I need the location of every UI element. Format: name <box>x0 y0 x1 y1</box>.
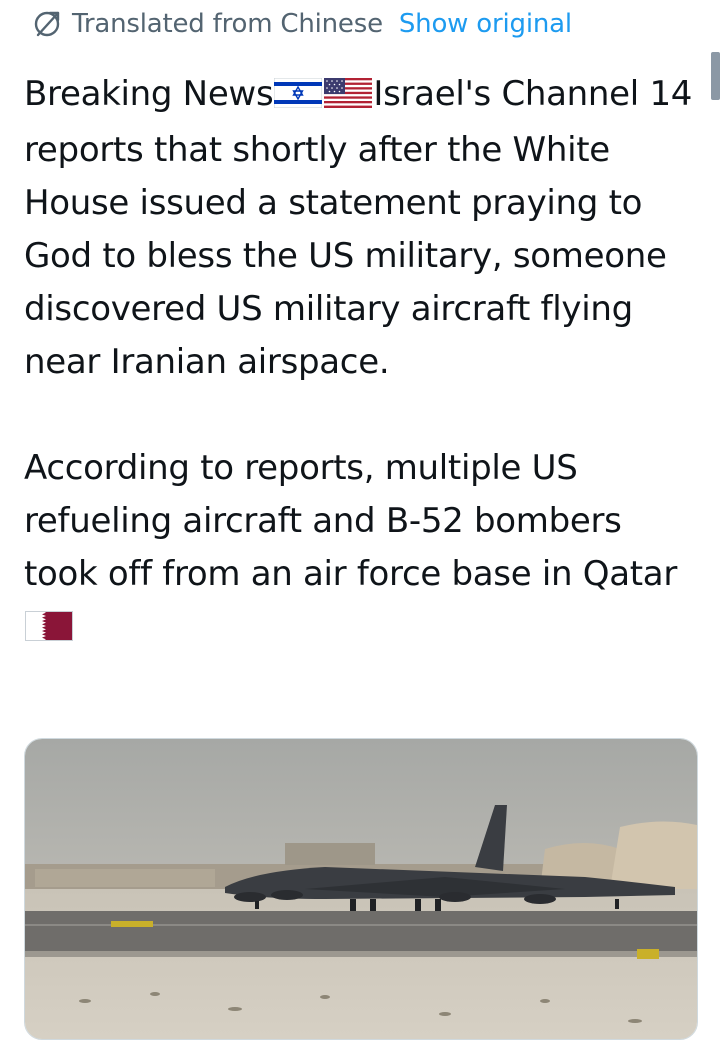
show-original-link[interactable]: Show original <box>399 9 572 39</box>
b-52-bomber-photo <box>25 739 697 1039</box>
scrollbar-thumb[interactable] <box>711 52 720 100</box>
translation-bar: Translated from Chinese Show original <box>32 6 572 42</box>
translate-icon <box>32 9 62 39</box>
tweet-media-photo[interactable] <box>24 738 698 1040</box>
qatar-flag-icon <box>25 604 73 657</box>
tweet-text-para2: According to reports, multiple US refuel… <box>24 448 677 594</box>
israel-flag-icon <box>273 71 323 124</box>
tweet-text: Breaking News Israel's Channel 14 reports… <box>24 68 700 657</box>
tweet-text-breaking: Breaking News <box>24 74 274 114</box>
us-flag-icon <box>324 71 373 124</box>
translated-label: Translated from Chinese <box>72 9 383 39</box>
